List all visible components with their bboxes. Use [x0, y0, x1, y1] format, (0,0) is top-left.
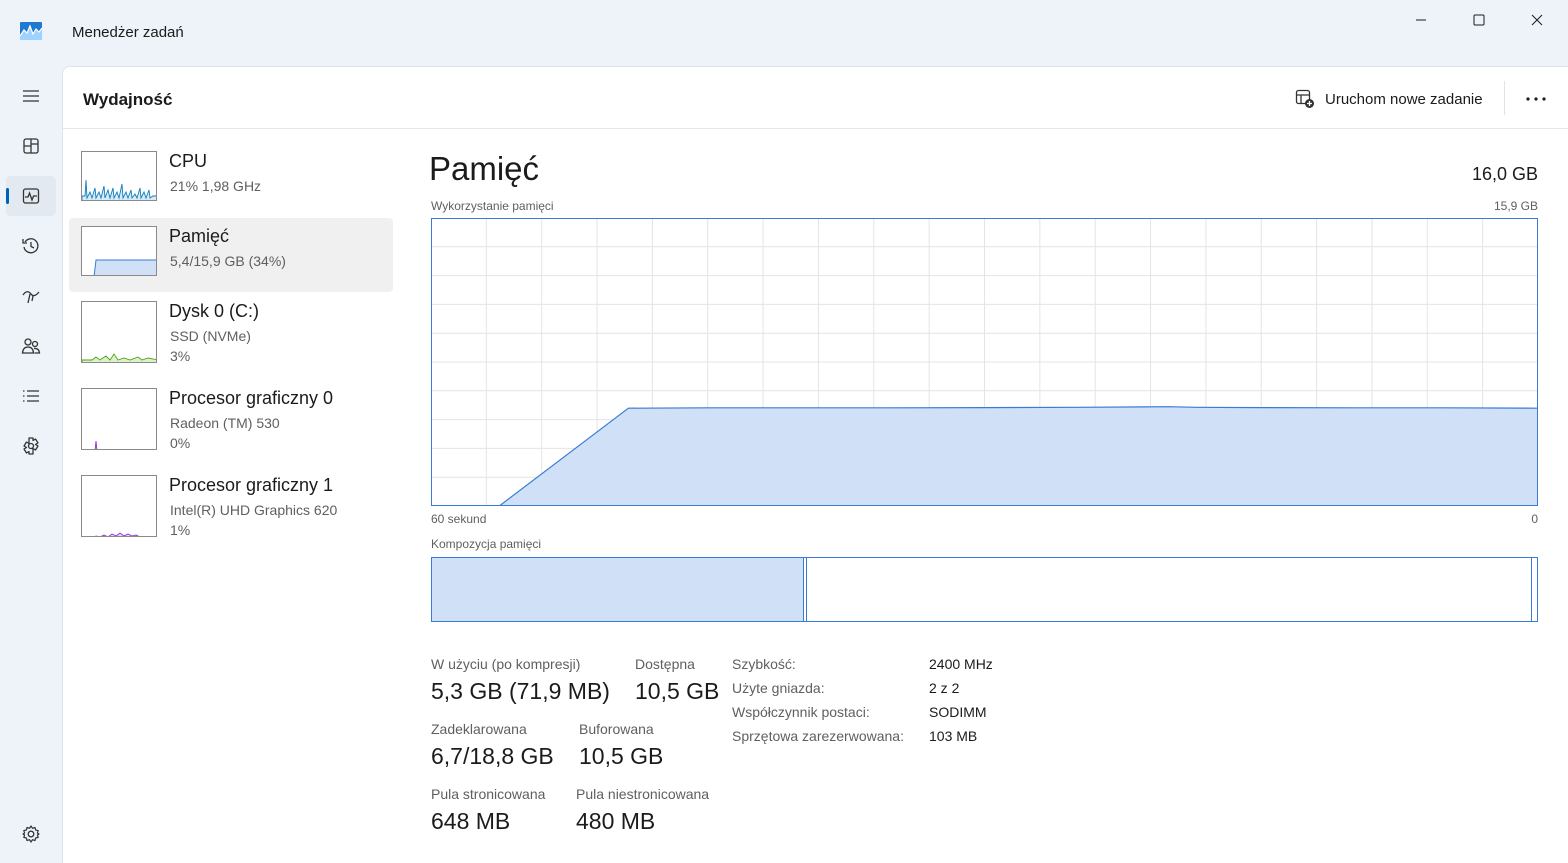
- available-label: Dostępna: [635, 656, 695, 672]
- nav-item-performance[interactable]: [6, 176, 56, 216]
- title-bar: Menedżer zadań: [0, 0, 1568, 64]
- resource-name: CPU: [169, 151, 208, 171]
- close-button[interactable]: [1508, 0, 1566, 40]
- spec-key-slots: Użyte gniazda:: [732, 680, 825, 696]
- maximize-icon: [1473, 14, 1485, 26]
- task-manager-app-icon: [20, 22, 42, 40]
- spec-value-hardware-reserved: 103 MB: [929, 728, 978, 744]
- nav-menu-button[interactable]: [6, 76, 56, 116]
- memory-usage-chart: [431, 218, 1538, 506]
- paged-pool-label: Pula stronicowana: [431, 786, 546, 802]
- memory-thumbnail-graph: [81, 226, 157, 276]
- spec-key-speed: Szybkość:: [732, 656, 796, 672]
- resource-sub: 21% 1,98 GHz: [170, 178, 262, 194]
- resource-name: Dysk 0 (C:): [169, 301, 259, 321]
- usage-chart-label: Wykorzystanie pamięci: [431, 199, 554, 213]
- services-icon: [23, 437, 39, 455]
- run-new-task-button[interactable]: Uruchom nowe zadanie: [1295, 87, 1483, 111]
- resource-name: Pamięć: [169, 226, 230, 246]
- disk-thumbnail-graph: [81, 301, 157, 363]
- resource-item-gpu-1[interactable]: Procesor graficzny 1 Intel(R) UHD Graphi…: [69, 467, 393, 541]
- resource-item-cpu[interactable]: CPU 21% 1,98 GHz: [69, 143, 393, 217]
- nav-item-processes[interactable]: [6, 126, 56, 166]
- resource-value: 1%: [170, 522, 191, 538]
- spec-value-form-factor: SODIMM: [929, 704, 987, 720]
- spec-value-speed: 2400 MHz: [929, 656, 993, 672]
- cached-value: 10,5 GB: [579, 743, 664, 769]
- users-icon: [21, 338, 41, 354]
- nav-rail: [0, 64, 62, 863]
- minimize-button[interactable]: [1392, 0, 1450, 40]
- in-use-value: 5,3 GB (71,9 MB): [431, 678, 610, 704]
- time-axis-end: 0: [1531, 512, 1538, 526]
- resource-sub: SSD (NVMe): [170, 328, 251, 344]
- resource-sub: Radeon (TM) 530: [170, 415, 280, 431]
- close-icon: [1531, 14, 1543, 26]
- composition-label: Kompozycja pamięci: [431, 537, 542, 551]
- nav-item-details[interactable]: [6, 376, 56, 416]
- resource-name: Procesor graficzny 0: [169, 388, 334, 408]
- resource-name: Procesor graficzny 1: [169, 475, 334, 495]
- spec-key-form-factor: Współczynnik postaci:: [732, 704, 870, 720]
- run-task-label: Uruchom nowe zadanie: [1325, 90, 1483, 108]
- composition-modified[interactable]: [804, 558, 808, 621]
- usage-chart-max: 15,9 GB: [1493, 199, 1538, 213]
- minimize-icon: [1416, 19, 1426, 21]
- gpu0-thumbnail-graph: [81, 388, 157, 450]
- detail-title: Pamięć: [429, 150, 540, 187]
- nav-item-services[interactable]: [6, 426, 56, 466]
- memory-total: 16,0 GB: [1471, 164, 1538, 184]
- paged-pool-value: 648 MB: [431, 808, 511, 834]
- available-value: 10,5 GB: [635, 678, 720, 704]
- nonpaged-pool-label: Pula niestronicowana: [576, 786, 710, 802]
- nav-item-startup-apps[interactable]: [6, 276, 56, 316]
- app-title: Menedżer zadań: [72, 24, 184, 41]
- time-axis-start: 60 sekund: [431, 512, 487, 526]
- page-title: Wydajność: [83, 90, 173, 109]
- cpu-thumbnail-graph: [81, 151, 157, 201]
- resource-item-disk[interactable]: Dysk 0 (C:) SSD (NVMe) 3%: [69, 293, 393, 367]
- more-options-icon: [1526, 97, 1546, 101]
- memory-composition-bar: [431, 557, 1538, 622]
- spec-value-slots: 2 z 2: [929, 680, 960, 696]
- app-history-icon: [22, 238, 39, 254]
- main-panel: Wydajność Uruchom nowe zadanie CPU 21% 1…: [62, 66, 1568, 863]
- in-use-label: W użyciu (po kompresji): [431, 656, 581, 672]
- maximize-button[interactable]: [1450, 0, 1508, 40]
- resource-value: 3%: [170, 348, 191, 364]
- nav-item-app-history[interactable]: [6, 226, 56, 266]
- run-task-icon: [1295, 89, 1314, 108]
- hamburger-icon: [23, 90, 39, 102]
- startup-apps-icon: [22, 291, 40, 304]
- nav-item-users[interactable]: [6, 326, 56, 366]
- resource-value: 0%: [170, 435, 191, 451]
- cached-label: Buforowana: [579, 721, 654, 737]
- details-icon: [23, 390, 39, 402]
- performance-icon: [22, 188, 40, 204]
- resource-item-memory[interactable]: Pamięć 5,4/15,9 GB (34%): [69, 218, 393, 292]
- nav-item-settings[interactable]: [6, 814, 56, 854]
- processes-icon: [23, 138, 39, 154]
- committed-label: Zadeklarowana: [431, 721, 527, 737]
- resource-item-gpu-0[interactable]: Procesor graficzny 0 Radeon (TM) 530 0%: [69, 380, 393, 454]
- resource-sub: 5,4/15,9 GB (34%): [170, 253, 286, 269]
- composition-free[interactable]: [1531, 558, 1535, 621]
- nonpaged-pool-value: 480 MB: [576, 808, 656, 834]
- committed-value: 6,7/18,8 GB: [431, 743, 554, 769]
- more-options-button[interactable]: [1521, 85, 1551, 113]
- page-header: Wydajność Uruchom nowe zadanie: [63, 67, 1568, 129]
- gpu1-thumbnail-graph: [81, 475, 157, 537]
- composition-in-use[interactable]: [432, 558, 805, 621]
- gear-icon: [22, 825, 40, 843]
- header-separator: [1504, 81, 1505, 115]
- spec-key-hardware-reserved: Sprzętowa zarezerwowana:: [732, 728, 904, 744]
- resource-sub: Intel(R) UHD Graphics 620: [170, 502, 338, 518]
- composition-standby[interactable]: [810, 558, 1535, 621]
